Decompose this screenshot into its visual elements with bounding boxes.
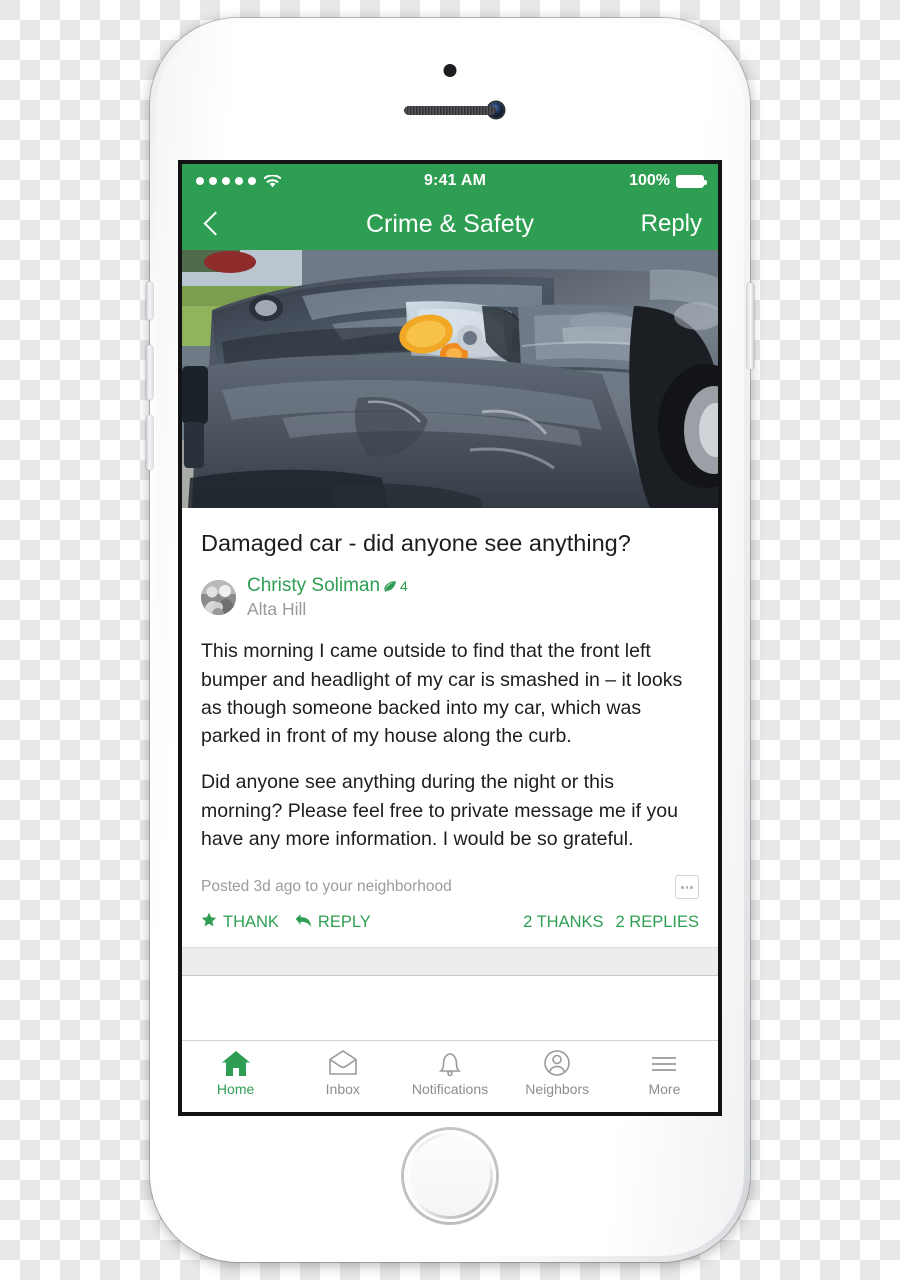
signal-dot-icon <box>196 177 204 185</box>
leaf-count: 4 <box>400 578 408 595</box>
battery-percent-label: 100% <box>629 172 670 189</box>
tab-inbox[interactable]: Inbox <box>289 1041 396 1097</box>
page-title: Crime & Safety <box>365 209 535 238</box>
status-bar-left <box>196 173 282 188</box>
person-circle-icon <box>542 1049 572 1077</box>
post-paragraph: This morning I came outside to find that… <box>201 640 683 748</box>
post-actions-left: THANK REPLY <box>201 912 371 933</box>
tab-home-label: Home <box>216 1081 255 1097</box>
reply-button[interactable]: REPLY <box>295 912 371 933</box>
tab-more-label: More <box>648 1081 681 1097</box>
author-text: Christy Soliman 4 Alta Hill <box>247 575 408 619</box>
thank-label: THANK <box>223 913 279 932</box>
avatar[interactable] <box>201 579 236 615</box>
battery-full-icon <box>676 174 707 188</box>
reply-nav-button[interactable]: Reply <box>641 210 702 238</box>
chevron-left-icon[interactable] <box>198 211 224 237</box>
status-bar-right: 100% <box>629 172 707 190</box>
wifi-icon <box>263 173 282 188</box>
status-bar-time: 9:41 AM <box>423 172 487 189</box>
post-counts: 2 THANKS 2 REPLIES <box>523 913 699 932</box>
ellipsis-icon[interactable] <box>675 875 699 900</box>
author-row[interactable]: Christy Soliman 4 Alta Hill <box>201 575 699 619</box>
hamburger-icon <box>649 1049 679 1077</box>
post-action-row: THANK REPLY 2 THANKS 2 REPLIES <box>201 912 699 947</box>
author-name-line: Christy Soliman 4 <box>247 575 408 597</box>
tab-home[interactable]: Home <box>182 1041 289 1097</box>
inbox-icon <box>328 1049 358 1077</box>
thank-button[interactable]: THANK <box>201 912 279 933</box>
tab-neighbors[interactable]: Neighbors <box>504 1041 611 1097</box>
thanks-count[interactable]: 2 THANKS <box>523 913 603 932</box>
reply-label: REPLY <box>317 913 371 932</box>
signal-dot-icon <box>222 177 230 185</box>
phone-screen: 9:41 AM 100% Crime & Safety Reply Damage… <box>182 164 718 1112</box>
power-button[interactable] <box>747 283 754 369</box>
replies-count[interactable]: 2 REPLIES <box>616 913 699 932</box>
nav-bar: Crime & Safety Reply <box>182 198 718 250</box>
content-divider <box>182 947 718 977</box>
star-icon <box>201 912 217 933</box>
author-neighborhood: Alta Hill <box>247 598 307 619</box>
tab-notifications[interactable]: Notifications <box>396 1041 503 1097</box>
mute-switch[interactable] <box>146 282 153 320</box>
post-paragraph: Did anyone see anything during the night… <box>201 771 678 851</box>
signal-dot-icon <box>248 177 256 185</box>
home-button[interactable] <box>404 1130 496 1222</box>
posted-meta: Posted 3d ago to your neighborhood <box>201 878 452 896</box>
status-bar: 9:41 AM 100% <box>182 164 718 198</box>
reply-arrow-icon <box>295 912 312 933</box>
post-card: Damaged car - did anyone see anything? C… <box>182 508 718 948</box>
post-title: Damaged car - did anyone see anything? <box>201 530 631 556</box>
volume-up-button[interactable] <box>146 345 153 400</box>
signal-dot-icon <box>235 177 243 185</box>
leaf-icon <box>383 580 397 594</box>
earpiece-speaker <box>404 106 496 115</box>
signal-dot-icon <box>209 177 217 185</box>
volume-down-button[interactable] <box>146 415 153 470</box>
tab-neighbors-label: Neighbors <box>525 1081 590 1097</box>
home-icon <box>221 1049 251 1077</box>
proximity-sensor <box>443 64 457 77</box>
tab-notifications-label: Notifications <box>411 1081 489 1097</box>
bell-icon <box>435 1049 465 1077</box>
post-photo[interactable] <box>182 250 718 508</box>
tab-inbox-label: Inbox <box>325 1081 360 1097</box>
author-name[interactable]: Christy Soliman <box>247 575 380 597</box>
posted-meta-row: Posted 3d ago to your neighborhood <box>201 875 699 900</box>
tab-bar: Home Inbox Notifications Neighbors More <box>182 1040 718 1112</box>
tab-more[interactable]: More <box>611 1041 718 1097</box>
